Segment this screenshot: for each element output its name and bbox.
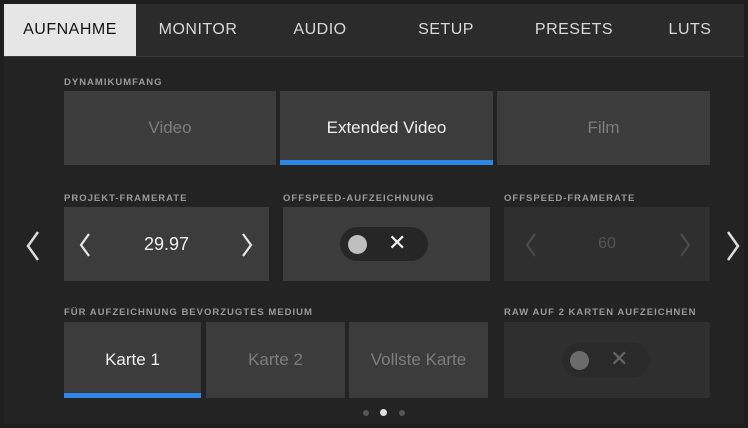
- offspeed-framerate-stepper: 60: [504, 207, 710, 281]
- media-card-1[interactable]: Karte 1: [64, 322, 201, 398]
- camera-settings-screen: AUFNAHME MONITOR AUDIO SETUP PRESETS LUT…: [4, 4, 744, 424]
- increase-chevron-right-icon[interactable]: [678, 232, 692, 258]
- project-framerate-stepper: 29.97: [64, 207, 269, 281]
- offspeed-framerate-label: OFFSPEED-FRAMERATE: [504, 193, 636, 204]
- media-fullest-card[interactable]: Vollste Karte: [349, 322, 488, 398]
- page-dot-2[interactable]: [380, 409, 387, 416]
- media-card-2-label: Karte 2: [248, 350, 303, 369]
- off-x-icon: ✕: [388, 230, 407, 255]
- dynamic-range-film[interactable]: Film: [497, 91, 710, 165]
- page-dot-1[interactable]: [363, 410, 369, 416]
- tab-setup[interactable]: SETUP: [380, 4, 512, 56]
- tab-presets[interactable]: PRESETS: [512, 4, 636, 56]
- tab-luts[interactable]: LUTS: [636, 4, 744, 56]
- page-prev-chevron-left-icon[interactable]: [24, 229, 42, 263]
- dynamic-range-extended-video-label: Extended Video: [326, 118, 447, 137]
- dynamic-range-extended-video[interactable]: Extended Video: [280, 91, 493, 165]
- tab-aufnahme[interactable]: AUFNAHME: [4, 4, 136, 56]
- tab-bar: AUFNAHME MONITOR AUDIO SETUP PRESETS LUT…: [4, 4, 744, 57]
- raw-two-cards-label: RAW AUF 2 KARTEN AUFZEICHNEN: [504, 307, 697, 318]
- offspeed-recording-toggle[interactable]: ✕: [340, 227, 428, 261]
- page-next-chevron-right-icon[interactable]: [724, 229, 742, 263]
- toggle-knob: [348, 235, 367, 254]
- dynamic-range-video-label: Video: [148, 118, 192, 137]
- tab-monitor[interactable]: MONITOR: [136, 4, 260, 56]
- selected-indicator: [64, 393, 201, 398]
- off-x-icon: ✕: [610, 346, 629, 371]
- toggle-knob: [570, 351, 589, 370]
- dynamic-range-label: DYNAMIKUMFANG: [64, 77, 163, 88]
- media-fullest-card-label: Vollste Karte: [370, 350, 467, 369]
- raw-two-cards-toggle[interactable]: ✕: [562, 343, 650, 377]
- dynamic-range-film-label: Film: [587, 118, 620, 137]
- dynamic-range-video[interactable]: Video: [64, 91, 276, 165]
- raw-two-cards-panel: ✕: [504, 322, 710, 398]
- offspeed-recording-label: OFFSPEED-AUFZEICHNUNG: [283, 193, 435, 204]
- increase-chevron-right-icon[interactable]: [240, 232, 254, 258]
- tab-audio[interactable]: AUDIO: [260, 4, 380, 56]
- offspeed-recording-panel: ✕: [283, 207, 490, 281]
- media-card-2[interactable]: Karte 2: [206, 322, 345, 398]
- project-framerate-label: PROJEKT-FRAMERATE: [64, 193, 188, 204]
- preferred-media-label: FÜR AUFZEICHNUNG BEVORZUGTES MEDIUM: [64, 307, 313, 318]
- page-dot-3[interactable]: [399, 410, 405, 416]
- selected-indicator: [280, 160, 493, 165]
- media-card-1-label: Karte 1: [105, 350, 160, 369]
- project-framerate-value: 29.97: [143, 234, 190, 254]
